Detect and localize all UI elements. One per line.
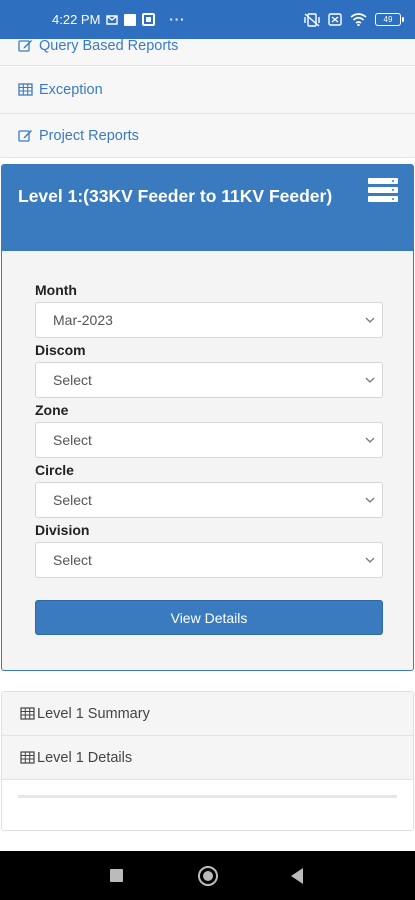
zone-select[interactable]: Select (35, 422, 383, 458)
circle-select-value: Select (53, 492, 92, 508)
list-item-level1-details[interactable]: Level 1 Details (2, 736, 413, 780)
notification-square-icon (124, 13, 137, 26)
divider (18, 795, 397, 798)
edit-icon (18, 129, 33, 143)
discom-select-value: Select (53, 372, 92, 388)
chevron-down-icon (365, 317, 375, 323)
vibrate-off-icon (304, 12, 320, 27)
status-bar: 4:22 PM ··· 49 (0, 0, 415, 39)
wifi-icon (350, 13, 367, 26)
no-sim-icon (328, 13, 342, 26)
division-select-value: Select (53, 552, 92, 568)
system-nav-bar (0, 851, 415, 900)
menu-item-exception[interactable]: Exception (0, 67, 415, 114)
view-details-button[interactable]: View Details (35, 600, 383, 635)
discom-label: Discom (35, 342, 86, 358)
back-icon[interactable] (291, 868, 303, 884)
menu-item-label: Project Reports (39, 127, 139, 144)
recents-icon[interactable] (110, 869, 123, 882)
chevron-down-icon (365, 557, 375, 563)
status-time: 4:22 PM (52, 12, 101, 27)
table-icon (20, 751, 35, 764)
menu-item-label: Exception (39, 82, 103, 98)
chevron-down-icon (365, 497, 375, 503)
panel-title: Level 1:(33KV Feeder to 11KV Feeder) (18, 186, 333, 206)
menu-item-query-based-reports[interactable]: Query Based Reports (0, 38, 415, 66)
menu-item-project-reports[interactable]: Project Reports (0, 114, 415, 158)
list-item-label: Level 1 Details (37, 749, 133, 766)
discom-select[interactable]: Select (35, 362, 383, 398)
list-item-level1-summary[interactable]: Level 1 Summary (2, 692, 413, 736)
app-notification-icon (142, 13, 156, 26)
circle-label: Circle (35, 462, 74, 478)
level1-links-list: Level 1 Summary Level 1 Details (1, 691, 414, 831)
month-label: Month (35, 282, 77, 298)
chevron-down-icon (365, 377, 375, 383)
panel-header: Level 1:(33KV Feeder to 11KV Feeder) (2, 165, 413, 251)
more-dots-icon: ··· (169, 12, 186, 27)
zone-select-value: Select (53, 432, 92, 448)
table-icon (20, 707, 35, 720)
home-icon[interactable] (198, 866, 218, 886)
level1-panel: Level 1:(33KV Feeder to 11KV Feeder) Mon… (1, 164, 414, 671)
gmail-icon (106, 14, 119, 25)
chevron-down-icon (365, 437, 375, 443)
list-item-label: Level 1 Summary (37, 705, 150, 722)
battery-icon: 49 (375, 13, 404, 26)
panel-body: Month Mar-2023 Discom Select Zone Select… (2, 251, 413, 635)
division-select[interactable]: Select (35, 542, 383, 578)
edit-icon (18, 39, 33, 53)
battery-level: 49 (383, 15, 393, 24)
division-label: Division (35, 522, 90, 538)
server-menu-icon[interactable] (367, 177, 399, 203)
menu-item-label: Query Based Reports (39, 38, 179, 54)
month-select-value: Mar-2023 (53, 312, 113, 328)
circle-select[interactable]: Select (35, 482, 383, 518)
month-select[interactable]: Mar-2023 (35, 302, 383, 338)
zone-label: Zone (35, 402, 69, 418)
table-icon (18, 83, 33, 97)
